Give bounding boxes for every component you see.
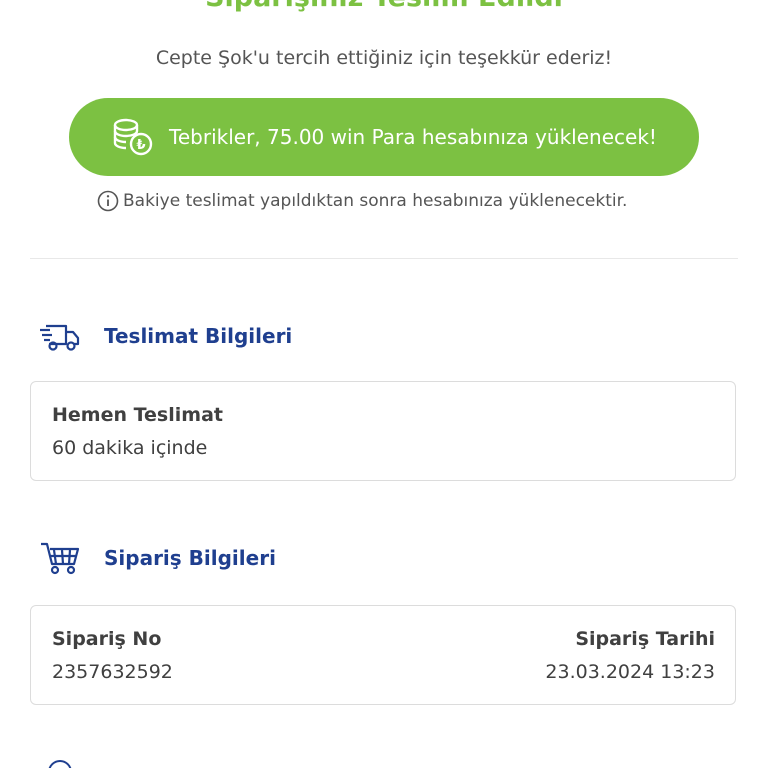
page-title: Siparişiniz Teslim Edildi — [0, 0, 768, 13]
order-section-title: Sipariş Bilgileri — [104, 546, 276, 570]
delivery-truck-icon — [40, 324, 80, 351]
delivery-section-header: Teslimat Bilgileri — [38, 318, 292, 354]
reward-banner[interactable]: ₺ Tebrikler, 75.00 win Para hesabınıza y… — [69, 98, 699, 176]
coins-lira-icon: ₺ — [113, 118, 153, 156]
delivery-section-title: Teslimat Bilgileri — [104, 324, 293, 348]
thanks-message: Cepte Şok'u tercih ettiğiniz için teşekk… — [155, 47, 613, 69]
info-note-text: Bakiye teslimat yapıldıktan sonra hesabı… — [123, 191, 628, 211]
delivery-eta: 60 dakika içinde — [52, 437, 208, 459]
order-card: Sipariş No 2357632592 Sipariş Tarihi 23.… — [30, 605, 736, 705]
delivery-card: Hemen Teslimat 60 dakika içinde — [30, 381, 736, 481]
order-date-label: Sipariş Tarihi — [575, 628, 715, 650]
delivery-type: Hemen Teslimat — [52, 404, 223, 426]
reward-text: Tebrikler, 75.00 win Para hesabınıza yük… — [169, 125, 657, 149]
order-section-header: Sipariş Bilgileri — [38, 540, 276, 576]
order-no-label: Sipariş No — [52, 628, 162, 650]
info-note: Bakiye teslimat yapıldıktan sonra hesabı… — [97, 190, 627, 212]
order-confirmation-page: Siparişiniz Teslim Edildi Cepte Şok'u te… — [0, 0, 768, 768]
order-no-value: 2357632592 — [52, 661, 173, 683]
next-section-icon — [48, 760, 72, 768]
divider — [30, 258, 738, 259]
order-date-value: 23.03.2024 13:23 — [545, 661, 715, 683]
shopping-cart-icon — [41, 542, 80, 575]
svg-text:₺: ₺ — [137, 138, 146, 153]
info-icon — [97, 190, 119, 212]
